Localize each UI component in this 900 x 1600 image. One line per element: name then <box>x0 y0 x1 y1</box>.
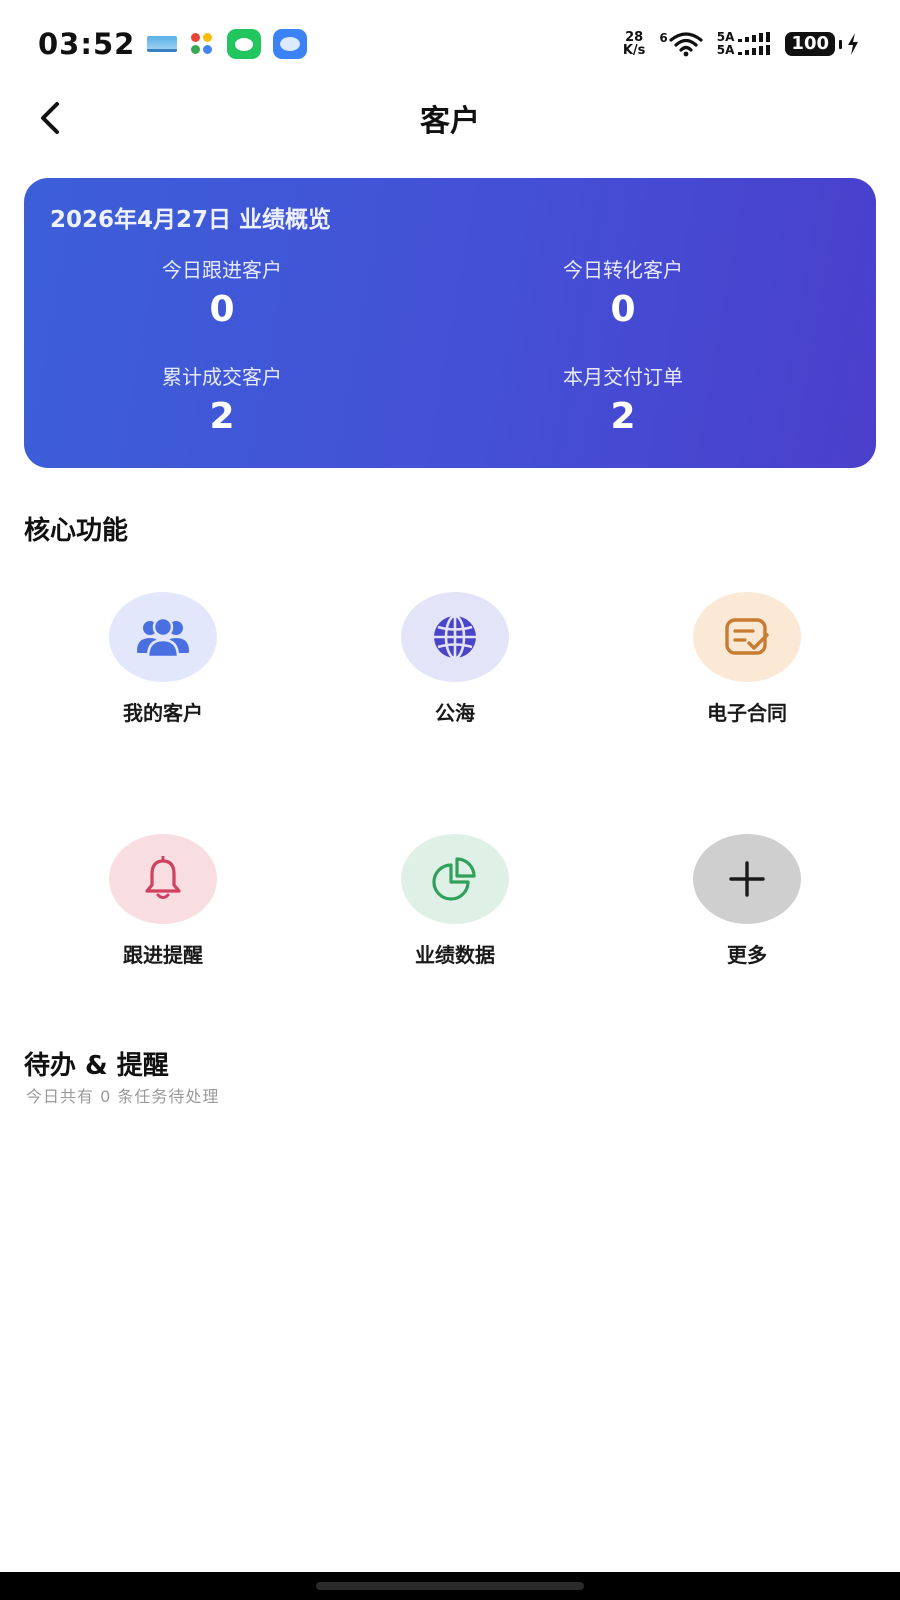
wifi-icon <box>669 32 703 57</box>
stat-value: 0 <box>610 289 636 330</box>
stat-today-converted[interactable]: 今日转化客户 0 <box>473 254 773 330</box>
wechat-icon <box>227 29 262 59</box>
feature-label: 业绩数据 <box>415 943 495 967</box>
battery-tip <box>839 39 842 49</box>
feature-icon-bg <box>693 592 801 682</box>
stat-label: 本月交付订单 <box>563 365 683 389</box>
stat-label: 今日跟进客户 <box>162 258 282 282</box>
feature-icon-bg <box>401 834 509 924</box>
message-icon <box>273 29 308 59</box>
charging-bolt-icon <box>848 33 858 55</box>
stat-value: 0 <box>209 289 235 330</box>
feature-performance-data[interactable]: 业绩数据 <box>312 797 598 1007</box>
feature-e-contract[interactable]: 电子合同 <box>604 555 890 765</box>
cellular-status: 5A 5A <box>717 31 772 57</box>
plus-icon <box>729 861 765 897</box>
status-time: 03:52 <box>38 27 136 61</box>
feature-icon-bg <box>109 592 217 682</box>
stat-month-orders[interactable]: 本月交付订单 2 <box>473 361 773 437</box>
stat-label: 累计成交客户 <box>162 365 282 389</box>
status-right: 28 K/s 6 5A 5A 100 <box>623 31 860 57</box>
users-icon <box>137 616 189 659</box>
feature-icon-bg <box>109 834 217 924</box>
battery-status: 100 <box>785 32 860 56</box>
home-indicator[interactable] <box>316 1582 584 1590</box>
performance-overview-card: 2026年4月27日 业绩概览 今日跟进客户 0 今日转化客户 0 累计成交客户… <box>24 178 876 468</box>
notification-app-icon <box>147 30 178 58</box>
feature-label: 我的客户 <box>123 701 203 725</box>
chevron-left-icon <box>41 102 59 134</box>
pie-chart-icon <box>432 857 476 901</box>
core-features-title: 核心功能 <box>24 516 129 546</box>
page-title: 客户 <box>420 104 480 139</box>
feature-follow-reminder[interactable]: 跟进提醒 <box>20 797 306 1007</box>
todo-subtitle: 今日共有 0 条任务待处理 <box>26 1087 220 1106</box>
wifi-status: 6 <box>659 31 703 57</box>
feature-my-customers[interactable]: 我的客户 <box>20 555 306 765</box>
stat-value: 2 <box>209 396 235 437</box>
status-left: 03:52 <box>38 27 308 61</box>
feature-more[interactable]: 更多 <box>604 797 890 1007</box>
feature-icon-bg <box>401 592 509 682</box>
todo-title: 待办 & 提醒 <box>24 1051 169 1081</box>
feature-public-pool[interactable]: 公海 <box>312 555 598 765</box>
network-speed: 28 K/s <box>622 30 646 58</box>
stat-total-deals[interactable]: 累计成交客户 2 <box>72 361 372 437</box>
stat-label: 今日转化客户 <box>563 258 683 282</box>
overview-title: 2026年4月27日 业绩概览 <box>50 207 332 233</box>
stat-today-followed[interactable]: 今日跟进客户 0 <box>72 254 372 330</box>
bell-icon <box>145 856 181 899</box>
feature-label: 公海 <box>435 701 475 725</box>
page-header: 客户 <box>0 88 900 148</box>
feature-label: 更多 <box>727 943 767 967</box>
notification-app-icon <box>189 31 215 57</box>
contract-icon <box>725 618 769 655</box>
system-navigation-bar <box>0 1572 900 1600</box>
battery-level: 100 <box>785 32 835 56</box>
feature-label: 电子合同 <box>707 701 787 725</box>
status-bar: 03:52 28 K/s 6 5A 5A 100 <box>0 0 900 88</box>
feature-label: 跟进提醒 <box>123 943 203 967</box>
globe-icon <box>434 614 476 660</box>
stat-value: 2 <box>610 396 636 437</box>
back-button[interactable] <box>28 96 72 140</box>
signal-icon <box>738 32 771 55</box>
feature-icon-bg <box>693 834 801 924</box>
